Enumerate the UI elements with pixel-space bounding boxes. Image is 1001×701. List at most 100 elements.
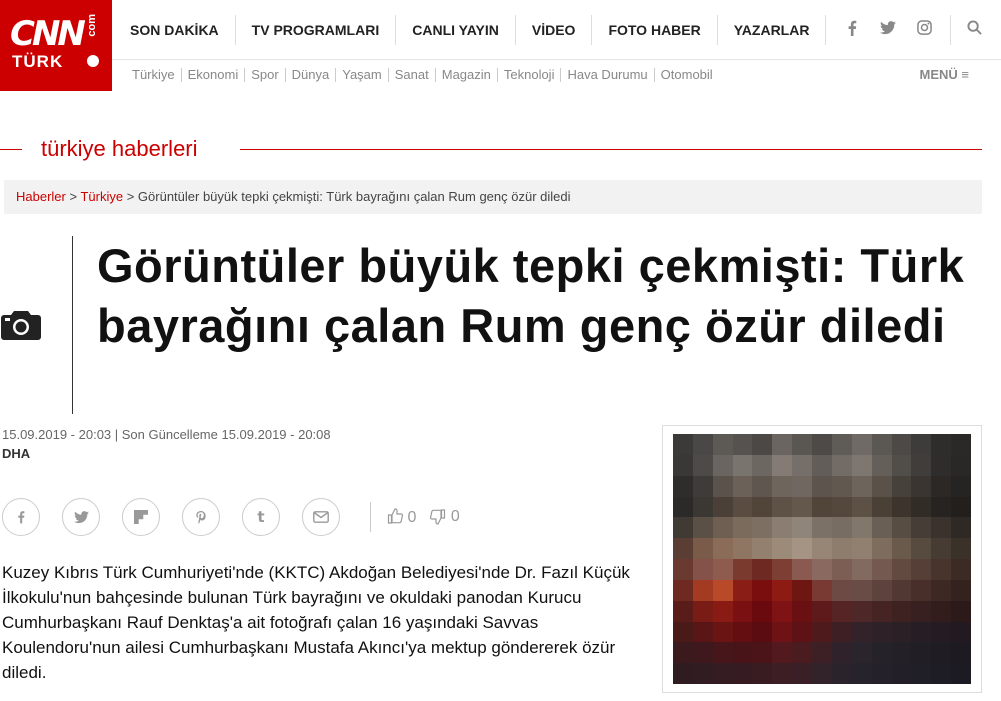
image-block (931, 579, 952, 601)
share-facebook-icon[interactable] (2, 498, 40, 536)
nav-canli-yayin[interactable]: CANLI YAYIN (396, 14, 516, 45)
section-title[interactable]: türkiye haberleri (41, 136, 198, 162)
breadcrumb-haberler[interactable]: Haberler (16, 189, 66, 204)
image-block (792, 517, 813, 539)
pixelated-image (673, 434, 971, 684)
image-block (831, 579, 852, 601)
image-block (851, 642, 872, 664)
image-block (792, 600, 813, 622)
share-pinterest-icon[interactable] (182, 498, 220, 536)
nav-foto-haber[interactable]: FOTO HABER (592, 14, 718, 45)
subnav-ekonomi[interactable]: Ekonomi (182, 68, 246, 82)
image-block (831, 642, 852, 664)
image-block (812, 559, 832, 580)
dislike-count: 0 (450, 508, 460, 525)
image-block (772, 475, 793, 497)
subnav-otomobil[interactable]: Otomobil (655, 68, 719, 82)
image-block (692, 600, 713, 622)
cnn-turk-logo[interactable]: CNN com TÜRK (0, 0, 112, 91)
image-block (871, 621, 892, 643)
image-block (692, 475, 713, 497)
share-tumblr-icon[interactable]: t (242, 498, 280, 536)
image-block (692, 663, 713, 684)
image-block (772, 559, 793, 580)
image-block (871, 663, 892, 684)
image-block (692, 434, 713, 455)
dislike-button[interactable]: 0 (430, 508, 460, 526)
image-block (732, 517, 753, 539)
subnav-hava-durumu[interactable]: Hava Durumu (561, 68, 655, 82)
menu-button[interactable]: MENÜ ≡ (920, 67, 969, 82)
subnav-spor[interactable]: Spor (245, 68, 286, 82)
image-block (871, 475, 892, 497)
image-block (911, 642, 932, 664)
image-block (851, 496, 872, 518)
nav-tv-programlari[interactable]: TV PROGRAMLARI (236, 14, 397, 45)
image-block (931, 642, 952, 664)
article-source: DHA (2, 446, 31, 461)
image-block (851, 621, 872, 643)
image-block (732, 475, 753, 497)
image-block (673, 517, 693, 539)
search-icon[interactable] (951, 19, 997, 40)
image-block (911, 454, 932, 476)
facebook-icon[interactable] (834, 20, 870, 40)
image-block (851, 517, 872, 539)
image-block (692, 621, 713, 643)
nav-son-dakika[interactable]: SON DAKİKA (112, 14, 236, 45)
image-block (931, 475, 952, 497)
image-block (752, 434, 773, 455)
image-block (732, 642, 753, 664)
image-block (772, 579, 793, 601)
image-block (931, 517, 952, 539)
image-block (673, 559, 693, 580)
tumblr-glyph: t (257, 508, 265, 526)
image-block (772, 517, 793, 539)
image-block (792, 454, 813, 476)
subnav-yasam[interactable]: Yaşam (336, 68, 389, 82)
image-block (951, 663, 971, 684)
subnav-sanat[interactable]: Sanat (389, 68, 436, 82)
image-block (752, 600, 773, 622)
share-mail-icon[interactable] (302, 498, 340, 536)
subnav-magazin[interactable]: Magazin (436, 68, 498, 82)
like-button[interactable]: 0 (387, 507, 416, 527)
nav-yazarlar[interactable]: YAZARLAR (718, 14, 827, 45)
image-block (673, 434, 693, 455)
subnav-teknoloji[interactable]: Teknoloji (498, 68, 562, 82)
image-block (951, 475, 971, 497)
image-block (812, 579, 832, 601)
image-block (772, 538, 793, 559)
breadcrumb-turkiye[interactable]: Türkiye (80, 189, 123, 204)
image-block (951, 621, 971, 643)
image-block (712, 663, 733, 684)
camera-icon[interactable] (1, 308, 41, 340)
share-flipboard-icon[interactable] (122, 498, 160, 536)
image-block (851, 434, 872, 455)
image-block (792, 496, 813, 518)
image-block (931, 496, 952, 518)
breadcrumb: Haberler > Türkiye > Görüntüler büyük te… (4, 180, 982, 214)
image-block (752, 475, 773, 497)
subnav-turkiye[interactable]: Türkiye (130, 68, 182, 82)
image-block (732, 496, 753, 518)
image-block (673, 475, 693, 497)
image-block (831, 538, 852, 559)
image-block (891, 475, 912, 497)
image-block (792, 579, 813, 601)
image-block (851, 475, 872, 497)
image-block (831, 621, 852, 643)
subnav-dunya[interactable]: Dünya (286, 68, 337, 82)
share-twitter-icon[interactable] (62, 498, 100, 536)
instagram-icon[interactable] (906, 20, 942, 39)
image-block (911, 579, 932, 601)
image-block (951, 538, 971, 559)
article-photo[interactable] (662, 425, 982, 693)
image-block (931, 600, 952, 622)
nav-video[interactable]: VİDEO (516, 14, 593, 45)
image-block (812, 475, 832, 497)
twitter-icon[interactable] (870, 20, 906, 39)
image-block (732, 559, 753, 580)
image-block (931, 454, 952, 476)
image-block (891, 538, 912, 559)
